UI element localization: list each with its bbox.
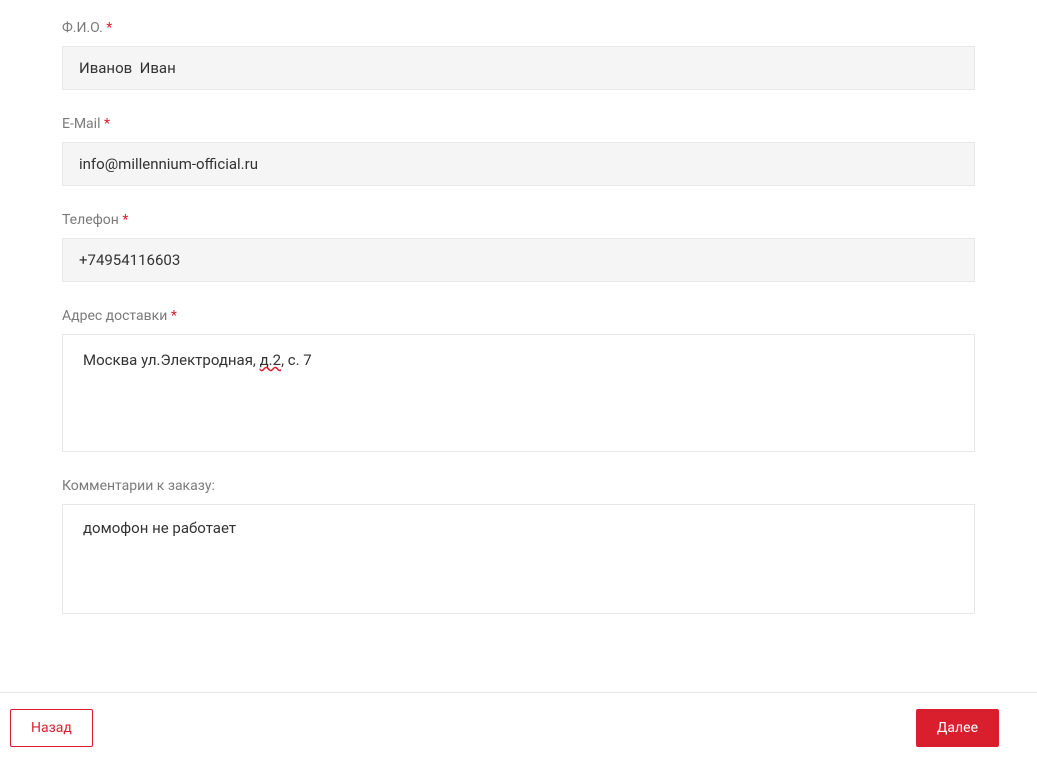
comment-label: Комментарии к заказу: [62, 478, 975, 494]
fullname-label-text: Ф.И.О. [62, 20, 103, 36]
phone-group: Телефон * [62, 212, 975, 282]
next-button[interactable]: Далее [916, 709, 999, 747]
address-label: Адрес доставки * [62, 308, 975, 324]
email-label-text: E-Mail [62, 116, 100, 132]
checkout-form: Ф.И.О. * E-Mail * Телефон * Адрес достав… [0, 0, 1037, 664]
fullname-label: Ф.И.О. * [62, 20, 975, 36]
email-input[interactable] [62, 142, 975, 186]
address-text-part: Москва ул.Электродная, [83, 351, 260, 369]
address-textarea[interactable]: Москва ул.Электродная, д.2, с. 7 [62, 334, 975, 452]
email-label: E-Mail * [62, 116, 975, 132]
address-label-text: Адрес доставки [62, 308, 167, 324]
back-button[interactable]: Назад [10, 709, 93, 747]
phone-label: Телефон * [62, 212, 975, 228]
required-star-icon: * [104, 116, 110, 132]
address-text-part: , с. 7 [281, 351, 312, 369]
phone-label-text: Телефон [62, 212, 119, 228]
footer-bar: Назад Далее [0, 692, 1037, 761]
phone-input[interactable] [62, 238, 975, 282]
required-star-icon: * [122, 212, 128, 228]
address-spellcheck-text: д.2 [260, 351, 281, 369]
fullname-group: Ф.И.О. * [62, 20, 975, 90]
comment-label-text: Комментарии к заказу: [62, 478, 215, 494]
address-group: Адрес доставки * Москва ул.Электродная, … [62, 308, 975, 452]
email-group: E-Mail * [62, 116, 975, 186]
required-star-icon: * [106, 20, 112, 36]
comment-group: Комментарии к заказу: домофон не работае… [62, 478, 975, 618]
comment-textarea[interactable]: домофон не работает [62, 504, 975, 614]
fullname-input[interactable] [62, 46, 975, 90]
required-star-icon: * [171, 308, 177, 324]
